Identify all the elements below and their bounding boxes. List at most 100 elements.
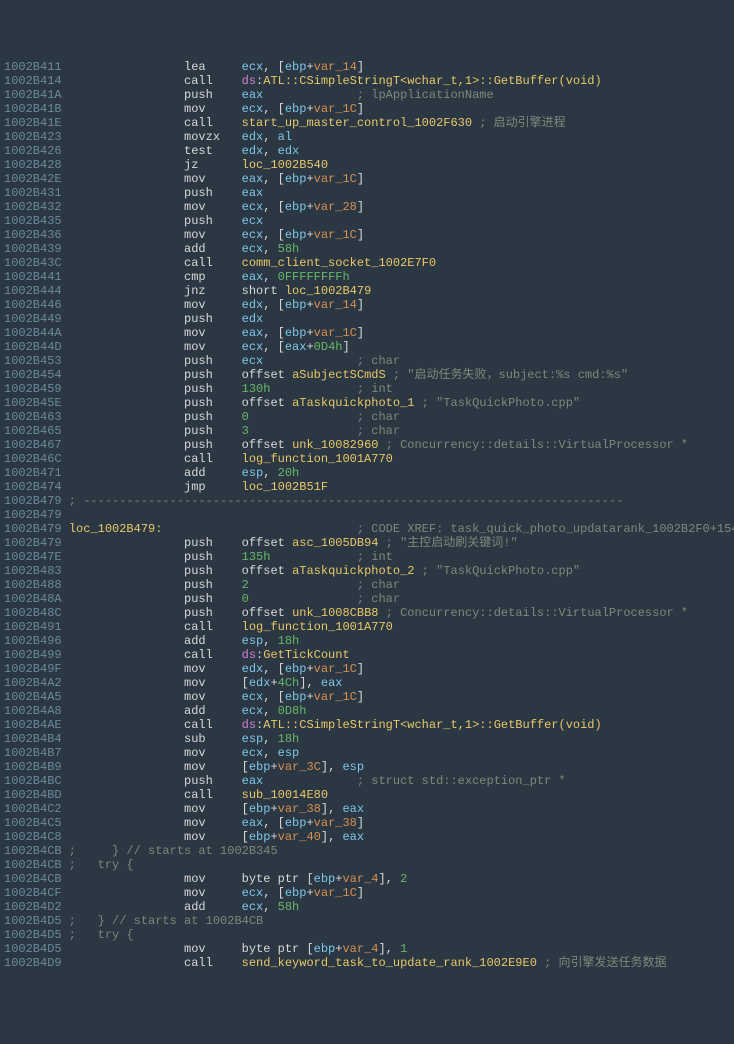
asm-line[interactable]: 1002B479	[4, 508, 730, 522]
mnemonic: mov	[184, 886, 242, 900]
asm-line[interactable]: 1002B479 ; -----------------------------…	[4, 494, 730, 508]
asm-line[interactable]: 1002B47E push 135h ; int	[4, 550, 730, 564]
asm-line[interactable]: 1002B454 push offset aSubjectSCmdS ; "启动…	[4, 368, 730, 382]
asm-line[interactable]: 1002B491 call log_function_1001A770	[4, 620, 730, 634]
asm-line[interactable]: 1002B4C8 mov [ebp+var_40], eax	[4, 830, 730, 844]
asm-line[interactable]: 1002B465 push 3 ; char	[4, 424, 730, 438]
operand: ecx	[242, 214, 264, 228]
operand: ebp	[285, 102, 307, 116]
asm-line[interactable]: 1002B474 jmp loc_1002B51F	[4, 480, 730, 494]
asm-line[interactable]: 1002B4B7 mov ecx, esp	[4, 746, 730, 760]
asm-line[interactable]: 1002B44A mov eax, [ebp+var_1C]	[4, 326, 730, 340]
address: 1002B499	[4, 648, 62, 662]
asm-line[interactable]: 1002B441 cmp eax, 0FFFFFFFFh	[4, 270, 730, 284]
address: 1002B479	[4, 494, 62, 508]
address: 1002B4BD	[4, 788, 62, 802]
asm-line[interactable]: 1002B4D5 ; } // starts at 1002B4CB	[4, 914, 730, 928]
asm-line[interactable]: 1002B4A5 mov ecx, [ebp+var_1C]	[4, 690, 730, 704]
address: 1002B4B7	[4, 746, 62, 760]
asm-line[interactable]: 1002B463 push 0 ; char	[4, 410, 730, 424]
asm-line[interactable]: 1002B446 mov edx, [ebp+var_14]	[4, 298, 730, 312]
operand: var_1C	[314, 662, 357, 676]
asm-line[interactable]: 1002B488 push 2 ; char	[4, 578, 730, 592]
comment: ; char	[249, 578, 400, 592]
asm-line[interactable]: 1002B4CB ; } // starts at 1002B345	[4, 844, 730, 858]
asm-line[interactable]: 1002B432 mov ecx, [ebp+var_28]	[4, 200, 730, 214]
operand: eax	[242, 88, 264, 102]
asm-line[interactable]: 1002B444 jnz short loc_1002B479	[4, 284, 730, 298]
mnemonic: mov	[184, 802, 242, 816]
asm-line[interactable]: 1002B428 jz loc_1002B540	[4, 158, 730, 172]
operand: +	[270, 802, 277, 816]
operand: ecx	[242, 102, 264, 116]
asm-line[interactable]: 1002B41A push eax ; lpApplicationName	[4, 88, 730, 102]
asm-line[interactable]: 1002B459 push 130h ; int	[4, 382, 730, 396]
asm-line[interactable]: 1002B4CB ; try {	[4, 858, 730, 872]
asm-line[interactable]: 1002B436 mov ecx, [ebp+var_1C]	[4, 228, 730, 242]
operand: send_keyword_task_to_update_rank_1002E9E…	[242, 956, 537, 970]
asm-line[interactable]: 1002B4A8 add ecx, 0D8h	[4, 704, 730, 718]
asm-line[interactable]: 1002B41B mov ecx, [ebp+var_1C]	[4, 102, 730, 116]
asm-line[interactable]: 1002B4A2 mov [edx+4Ch], eax	[4, 676, 730, 690]
address: 1002B474	[4, 480, 62, 494]
asm-line[interactable]: 1002B43C call comm_client_socket_1002E7F…	[4, 256, 730, 270]
asm-line[interactable]: 1002B4BC push eax ; struct std::exceptio…	[4, 774, 730, 788]
asm-line[interactable]: 1002B439 add ecx, 58h	[4, 242, 730, 256]
operand: ]	[357, 200, 364, 214]
asm-line[interactable]: 1002B471 add esp, 20h	[4, 466, 730, 480]
address: 1002B4CB	[4, 844, 62, 858]
operand: ,	[263, 270, 277, 284]
asm-line[interactable]: 1002B411 lea ecx, [ebp+var_14]	[4, 60, 730, 74]
operand: ebp	[314, 872, 336, 886]
asm-line[interactable]: 1002B4AE call ds:ATL::CSimpleStringT<wch…	[4, 718, 730, 732]
asm-line[interactable]: 1002B414 call ds:ATL::CSimpleStringT<wch…	[4, 74, 730, 88]
asm-line[interactable]: 1002B467 push offset unk_10082960 ; Conc…	[4, 438, 730, 452]
asm-line[interactable]: 1002B48C push offset unk_1008CBB8 ; Conc…	[4, 606, 730, 620]
operand: start_up_master_control_1002F630	[242, 116, 472, 130]
operand: esp	[242, 466, 264, 480]
operand: ds	[242, 648, 256, 662]
asm-line[interactable]: 1002B4B9 mov [ebp+var_3C], esp	[4, 760, 730, 774]
operand: , [	[263, 298, 285, 312]
asm-line[interactable]: 1002B483 push offset aTaskquickphoto_2 ;…	[4, 564, 730, 578]
asm-line[interactable]: 1002B453 push ecx ; char	[4, 354, 730, 368]
asm-line[interactable]: 1002B4C5 mov eax, [ebp+var_38]	[4, 816, 730, 830]
asm-line[interactable]: 1002B4B4 sub esp, 18h	[4, 732, 730, 746]
operand: short	[242, 284, 285, 298]
asm-line[interactable]: 1002B499 call ds:GetTickCount	[4, 648, 730, 662]
mnemonic: call	[184, 648, 242, 662]
mnemonic: call	[184, 718, 242, 732]
asm-line[interactable]: 1002B49F mov edx, [ebp+var_1C]	[4, 662, 730, 676]
address: 1002B4A8	[4, 704, 62, 718]
operand: eax	[321, 676, 343, 690]
mnemonic: mov	[184, 760, 242, 774]
asm-line[interactable]: 1002B431 push eax	[4, 186, 730, 200]
asm-line[interactable]: 1002B48A push 0 ; char	[4, 592, 730, 606]
asm-line[interactable]: 1002B426 test edx, edx	[4, 144, 730, 158]
asm-line[interactable]: 1002B423 movzx edx, al	[4, 130, 730, 144]
asm-line[interactable]: 1002B496 add esp, 18h	[4, 634, 730, 648]
asm-line[interactable]: 1002B41E call start_up_master_control_10…	[4, 116, 730, 130]
mnemonic: push	[184, 186, 242, 200]
operand: ecx	[242, 228, 264, 242]
asm-line[interactable]: 1002B4CB mov byte ptr [ebp+var_4], 2	[4, 872, 730, 886]
asm-line[interactable]: 1002B479 loc_1002B479: ; CODE XREF: task…	[4, 522, 730, 536]
asm-line[interactable]: 1002B4D2 add ecx, 58h	[4, 900, 730, 914]
asm-line[interactable]: 1002B4C2 mov [ebp+var_38], eax	[4, 802, 730, 816]
asm-line[interactable]: 1002B479 push offset asc_1005DB94 ; "主控启…	[4, 536, 730, 550]
asm-line[interactable]: 1002B45E push offset aTaskquickphoto_1 ;…	[4, 396, 730, 410]
asm-line[interactable]: 1002B44D mov ecx, [eax+0D4h]	[4, 340, 730, 354]
operand: edx	[242, 144, 264, 158]
asm-line[interactable]: 1002B4D9 call send_keyword_task_to_updat…	[4, 956, 730, 970]
asm-line[interactable]: 1002B46C call log_function_1001A770	[4, 452, 730, 466]
asm-line[interactable]: 1002B4CF mov ecx, [ebp+var_1C]	[4, 886, 730, 900]
asm-line[interactable]: 1002B435 push ecx	[4, 214, 730, 228]
operand: , [	[263, 228, 285, 242]
operand: ATL::CSimpleStringT<wchar_t,1>::GetBuffe…	[263, 718, 601, 732]
mnemonic: jmp	[184, 480, 242, 494]
asm-line[interactable]: 1002B4D5 mov byte ptr [ebp+var_4], 1	[4, 942, 730, 956]
asm-line[interactable]: 1002B4D5 ; try {	[4, 928, 730, 942]
asm-line[interactable]: 1002B449 push edx	[4, 312, 730, 326]
asm-line[interactable]: 1002B42E mov eax, [ebp+var_1C]	[4, 172, 730, 186]
asm-line[interactable]: 1002B4BD call sub_10014E80	[4, 788, 730, 802]
